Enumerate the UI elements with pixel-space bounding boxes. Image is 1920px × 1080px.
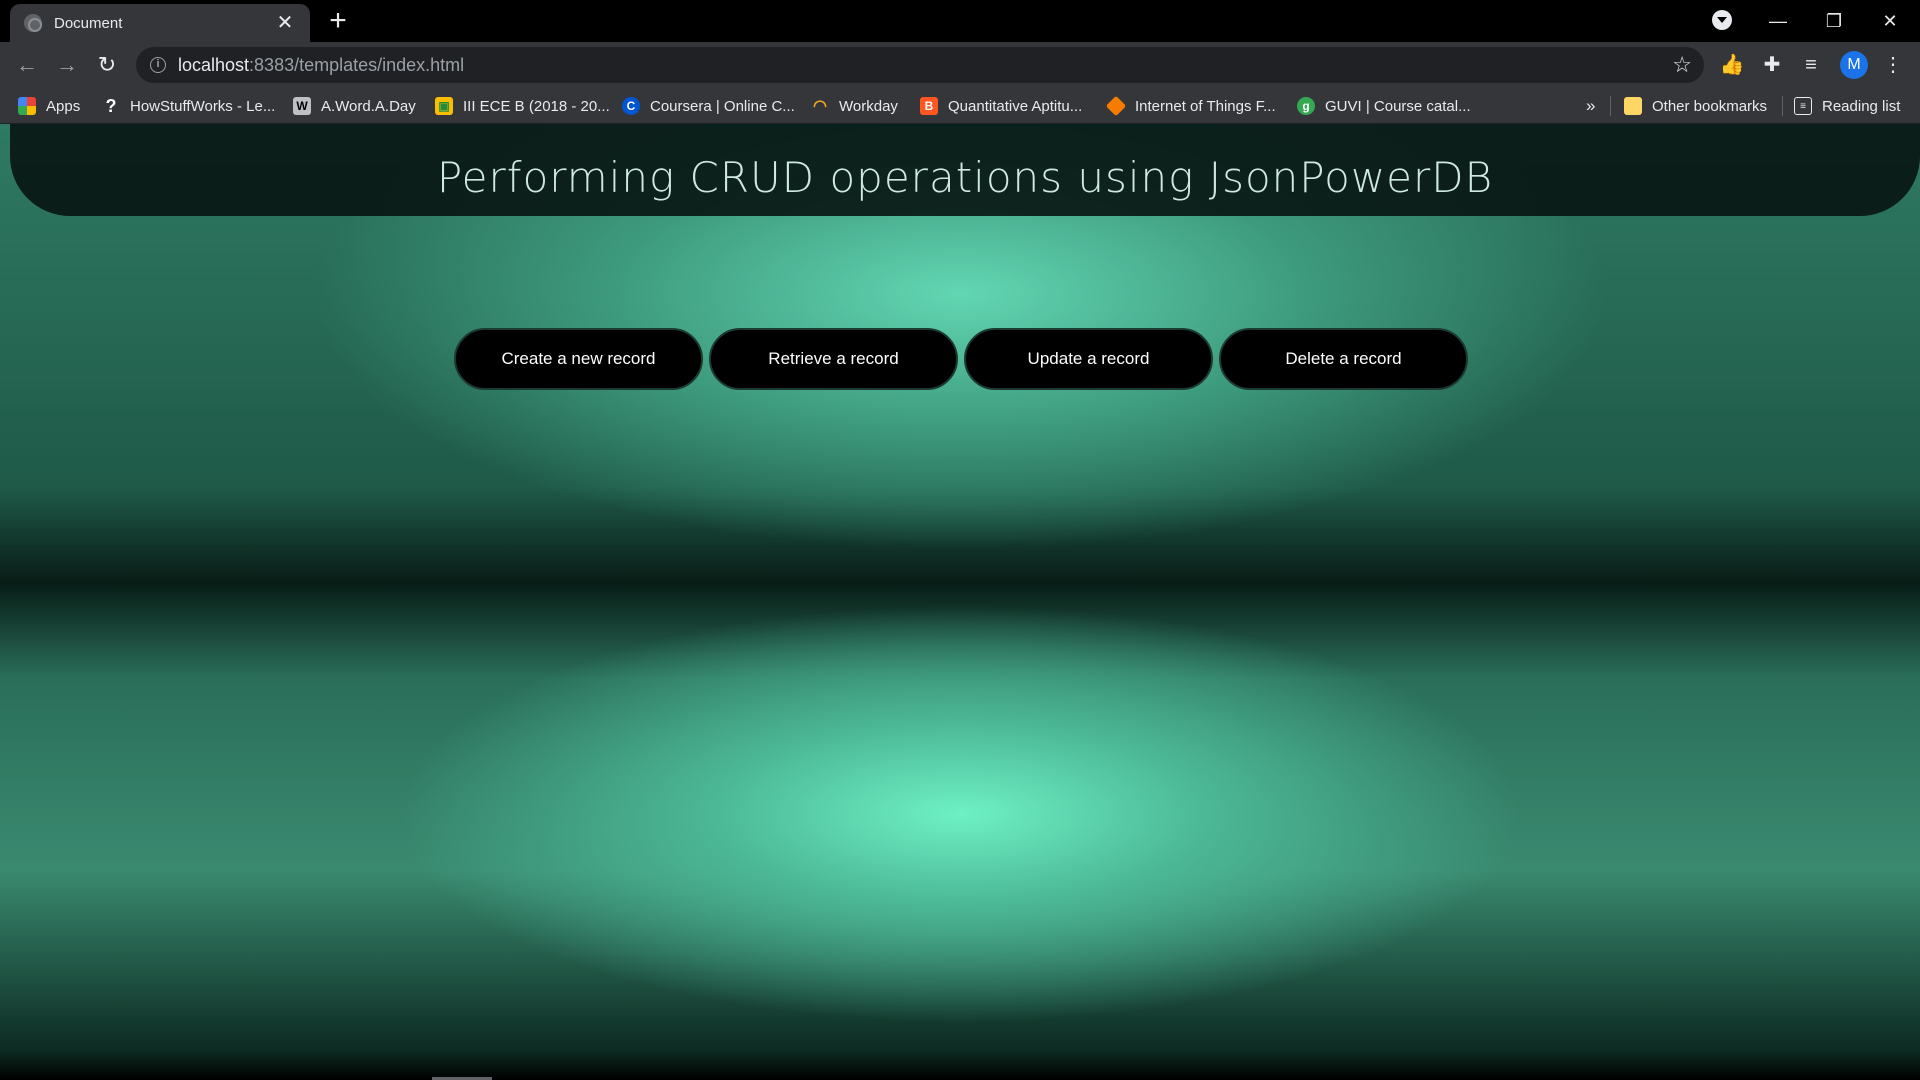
bookmark-apps[interactable]: Apps bbox=[18, 88, 80, 124]
coursera-icon: C bbox=[622, 97, 640, 115]
bookmark-other[interactable]: Other bookmarks bbox=[1624, 88, 1767, 124]
apps-grid-icon bbox=[18, 97, 36, 115]
globe-icon bbox=[24, 14, 42, 32]
new-tab-button[interactable]: + bbox=[322, 6, 354, 36]
blogger-icon: B bbox=[920, 97, 938, 115]
bookmark-guvi[interactable]: g GUVI | Course catal... bbox=[1297, 88, 1471, 124]
bookmarks-overflow[interactable]: » bbox=[1586, 88, 1595, 124]
tab-strip: Document ✕ + — ❐ ✕ bbox=[0, 0, 1920, 42]
close-tab-icon[interactable]: ✕ bbox=[274, 12, 296, 34]
update-record-button[interactable]: Update a record bbox=[964, 328, 1213, 390]
profile-avatar[interactable]: M bbox=[1840, 51, 1868, 79]
bookmark-iot[interactable]: Internet of Things F... bbox=[1105, 88, 1276, 124]
workday-icon: ◠ bbox=[813, 98, 827, 115]
more-menu-icon[interactable]: ⋮ bbox=[1880, 52, 1906, 78]
media-download-icon[interactable] bbox=[1712, 10, 1732, 30]
question-mark-icon: ? bbox=[105, 95, 117, 116]
close-window-button[interactable]: ✕ bbox=[1862, 0, 1918, 42]
site-info-icon[interactable]: i bbox=[150, 57, 166, 73]
bookmarks-bar: Apps ? HowStuffWorks - Le... W A.Word.A.… bbox=[0, 88, 1920, 124]
back-icon[interactable]: ← bbox=[12, 50, 42, 80]
bookmark-quant[interactable]: B Quantitative Aptitu... bbox=[920, 88, 1082, 124]
extensions-puzzle-icon[interactable]: ✚ bbox=[1759, 52, 1785, 78]
iot-cube-icon bbox=[1105, 95, 1127, 117]
reading-list-icon: ≡ bbox=[1794, 97, 1812, 115]
page-header: Performing CRUD operations using JsonPow… bbox=[10, 124, 1920, 216]
bookmark-ece[interactable]: ▣ III ECE B (2018 - 20... bbox=[435, 88, 610, 124]
bookmark-separator bbox=[1782, 96, 1783, 116]
restore-button[interactable]: ❐ bbox=[1806, 0, 1862, 42]
forward-icon[interactable]: → bbox=[52, 50, 82, 80]
url-text[interactable]: localhost:8383/templates/index.html bbox=[178, 55, 464, 76]
browser-toolbar: ← → ↻ i localhost:8383/templates/index.h… bbox=[0, 42, 1920, 88]
tab-title: Document bbox=[54, 14, 123, 32]
classroom-icon: ▣ bbox=[435, 97, 453, 115]
delete-record-button[interactable]: Delete a record bbox=[1219, 328, 1468, 390]
create-record-button[interactable]: Create a new record bbox=[454, 328, 703, 390]
media-queue-icon[interactable]: ≡ bbox=[1798, 52, 1824, 78]
bookmark-awordaday[interactable]: W A.Word.A.Day bbox=[293, 88, 416, 124]
bookmark-star-icon[interactable]: ☆ bbox=[1672, 52, 1692, 78]
reload-icon[interactable]: ↻ bbox=[92, 50, 122, 80]
folder-icon bbox=[1624, 97, 1642, 115]
awad-icon: W bbox=[293, 97, 311, 115]
reading-list[interactable]: ≡ Reading list bbox=[1794, 88, 1900, 124]
guvi-icon: g bbox=[1297, 97, 1315, 115]
page-content: Performing CRUD operations using JsonPow… bbox=[0, 124, 1920, 1080]
minimize-button[interactable]: — bbox=[1750, 0, 1806, 42]
bookmark-workday[interactable]: ◠ Workday bbox=[811, 88, 898, 124]
bookmark-howstuffworks[interactable]: ? HowStuffWorks - Le... bbox=[102, 88, 276, 124]
address-bar[interactable]: i localhost:8383/templates/index.html ☆ bbox=[136, 47, 1704, 83]
crud-button-row: Create a new record Retrieve a record Up… bbox=[454, 328, 1468, 390]
page-title: Performing CRUD operations using JsonPow… bbox=[436, 153, 1494, 202]
retrieve-record-button[interactable]: Retrieve a record bbox=[709, 328, 958, 390]
thumbs-up-extension-icon[interactable]: 👍 bbox=[1719, 52, 1745, 78]
bookmark-coursera[interactable]: C Coursera | Online C... bbox=[622, 88, 795, 124]
tab-document[interactable]: Document ✕ bbox=[10, 4, 310, 42]
bookmark-separator bbox=[1610, 96, 1611, 116]
